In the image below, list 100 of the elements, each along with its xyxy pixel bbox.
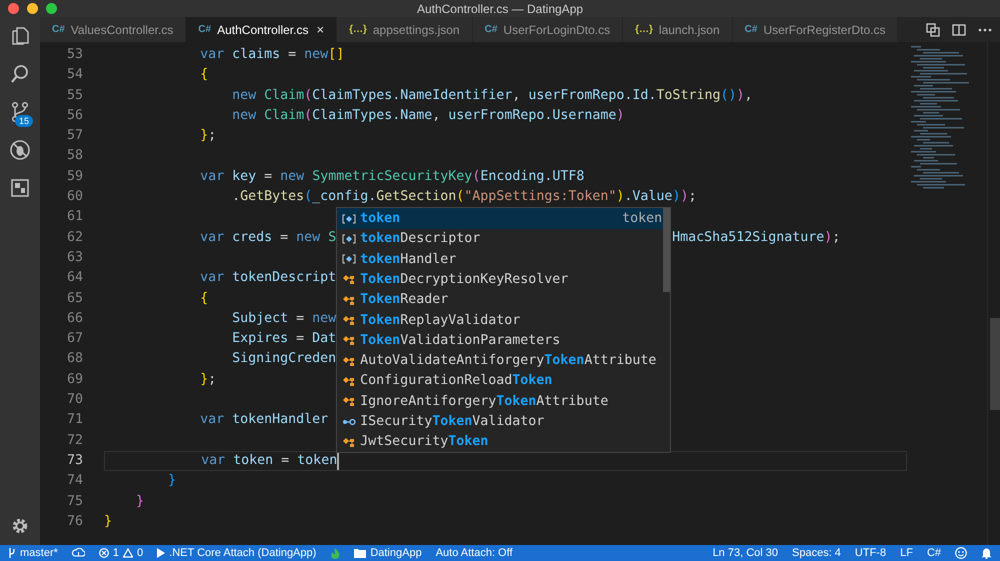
code-text: Expires = Dat — [231, 330, 336, 348]
code-text: { — [199, 66, 208, 84]
error-icon[interactable] — [98, 548, 109, 558]
suggestion-item[interactable]: IgnoreAntiforgeryTokenAttribute — [337, 391, 670, 412]
line-number: 57 — [66, 128, 83, 144]
minimize-button[interactable] — [27, 3, 38, 14]
suggestion-label: ConfigurationReloadToken — [360, 373, 552, 388]
scrollbar-thumb[interactable] — [990, 318, 1000, 410]
class-icon — [342, 273, 356, 286]
class-icon — [342, 374, 356, 387]
class-icon — [342, 294, 356, 306]
more-icon[interactable] — [978, 28, 992, 32]
variable-icon — [342, 234, 356, 244]
suggestion-label: ISecurityTokenValidator — [360, 414, 544, 429]
editor-tab[interactable]: C# ValuesController.cs — [40, 17, 186, 42]
line-number: 74 — [66, 473, 83, 488]
class-icon — [342, 395, 356, 408]
line-number: 62 — [66, 230, 83, 245]
suggestion-label: tokenDescriptor — [360, 231, 480, 246]
code-text: .GetBytes(_config.GetSection("AppSettings:Token").Value)); — [231, 188, 696, 206]
warning-icon[interactable] — [123, 548, 134, 558]
class-icon — [342, 436, 356, 448]
suggestion-label: TokenValidationParameters — [360, 332, 560, 348]
code-text: }; — [199, 370, 216, 389]
editor-tab[interactable]: C# UserForRegisterDto.cs — [732, 17, 898, 42]
line-number: 71 — [66, 412, 83, 428]
line-number: 66 — [66, 310, 83, 326]
code-text: } — [135, 492, 144, 511]
sync-icon[interactable] — [72, 548, 85, 558]
line-number: 72 — [66, 432, 83, 448]
changes-badge: 15 — [15, 115, 34, 127]
line-number: 55 — [66, 88, 83, 103]
warning-count[interactable]: 0 — [137, 547, 144, 559]
suggestion-item[interactable]: ConfigurationReloadToken — [337, 370, 670, 392]
status-item[interactable]: Ln 73, Col 30 — [712, 547, 778, 559]
suggestion-item[interactable]: AutoValidateAntiforgeryTokenAttribute — [337, 350, 670, 371]
status-item[interactable]: LF — [900, 547, 913, 559]
code-text: var tokenHandler — [199, 411, 328, 430]
error-count[interactable]: 1 — [112, 547, 120, 559]
code-text: } — [104, 512, 112, 531]
suggestion-label: JwtSecurityToken — [360, 434, 488, 450]
play-icon[interactable] — [157, 548, 166, 558]
folder-icon[interactable] — [354, 548, 366, 558]
class-icon — [342, 314, 356, 326]
line-number: 54 — [66, 67, 83, 82]
source-control-icon[interactable] — [9, 101, 31, 123]
status-item[interactable]: C# — [926, 547, 941, 559]
line-number: 56 — [66, 108, 83, 123]
debug-config[interactable]: .NET Core Attach (DatingApp) — [169, 547, 316, 559]
scrollbar-thumb[interactable] — [663, 208, 670, 292]
bell-icon[interactable] — [981, 547, 992, 559]
code-text: new Claim(ClaimTypes.NameIdentifier, userFromRepo.Id.ToString()), — [231, 86, 753, 105]
code-text: var claims = new[] — [199, 46, 344, 64]
interface-icon — [342, 418, 356, 426]
code-text: } — [167, 472, 176, 490]
line-number: 60 — [66, 189, 83, 204]
line-number: 67 — [66, 331, 83, 346]
suggestion-label: TokenReplayValidator — [360, 312, 520, 328]
editor-tab[interactable]: C# UserForLoginDto.cs — [472, 17, 624, 42]
code-text: HmacSha512Signature); — [672, 228, 840, 247]
line-number: 61 — [66, 209, 83, 224]
editor-tab[interactable]: C# AuthController.cs × — [186, 17, 338, 42]
code-text: new Claim(ClaimTypes.Name, userFromRepo.Username) — [231, 106, 624, 125]
suggestion-item[interactable]: ISecurityTokenValidator — [337, 411, 670, 432]
editor-tab[interactable]: {…} launch.json — [623, 17, 733, 42]
maximize-button[interactable] — [46, 3, 57, 14]
suggestion-item[interactable]: tokenHandler — [337, 248, 670, 270]
line-number: 63 — [66, 250, 83, 265]
close-button[interactable] — [8, 3, 19, 14]
suggestion-label: token — [360, 211, 400, 226]
split-editor-icon[interactable] — [952, 22, 966, 36]
suggestion-detail: token — [622, 211, 664, 226]
branch-name[interactable]: master* — [20, 547, 58, 559]
status-item[interactable]: UTF-8 — [854, 547, 886, 559]
suggestion-label: TokenReader — [360, 292, 448, 308]
suggestion-item[interactable]: TokenDecryptionKeyResolver — [337, 269, 670, 290]
auto-attach-status[interactable]: Auto Attach: Off — [436, 547, 513, 559]
line-number: 69 — [66, 372, 83, 387]
suggestion-item[interactable]: JwtSecurityToken — [337, 432, 670, 452]
suggestion-item[interactable]: TokenReplayValidator — [337, 310, 670, 330]
suggestion-item[interactable]: TokenReader — [337, 290, 670, 310]
folder-name[interactable]: DatingApp — [370, 547, 422, 559]
code-text: var token = token — [200, 452, 338, 470]
suggestion-item[interactable]: TokenValidationParameters — [337, 330, 670, 350]
code-text: { — [199, 290, 208, 308]
code-text: SigningCreden — [231, 350, 336, 368]
branch-icon[interactable] — [8, 548, 16, 558]
code-text: var key = new SymmetricSecurityKey(Encoding.UTF8 — [199, 168, 584, 186]
status-item[interactable]: Spaces: 4 — [792, 547, 841, 559]
compare-icon[interactable] — [926, 22, 940, 36]
window-title: AuthController.cs — DatingApp — [416, 2, 584, 16]
suggestion-item[interactable]: tokenDescriptor — [337, 228, 670, 249]
line-number: 58 — [66, 148, 83, 164]
suggestion-label: tokenHandler — [360, 252, 456, 267]
suggestion-label: IgnoreAntiforgeryTokenAttribute — [360, 394, 608, 409]
smiley-icon[interactable] — [955, 547, 967, 559]
editor-tab[interactable]: {…} appsettings.json — [337, 17, 473, 42]
line-number: 64 — [66, 270, 83, 286]
class-icon — [342, 354, 356, 367]
code-text: }; — [199, 127, 216, 146]
